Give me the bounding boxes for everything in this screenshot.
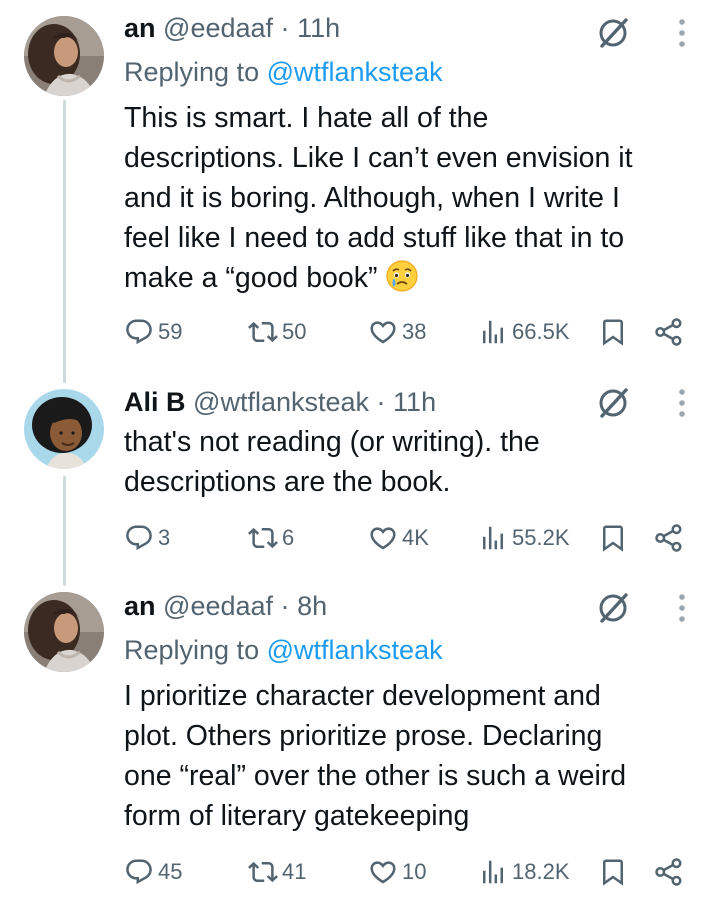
like-button[interactable]: 38 <box>368 312 426 352</box>
share-icon <box>654 857 684 887</box>
repost-count: 50 <box>282 319 307 344</box>
bookmark-button[interactable] <box>598 852 628 892</box>
views-count: 18.2K <box>512 859 570 884</box>
separator: · <box>280 13 290 43</box>
like-icon <box>368 857 398 887</box>
tweet-text: I prioritize character development and p… <box>124 676 689 836</box>
share-icon <box>654 317 684 347</box>
tweet-line: form of literary gatekeeping <box>124 800 470 832</box>
views-button[interactable]: 66.5K <box>478 312 570 352</box>
like-icon <box>368 317 398 347</box>
repost-icon <box>248 523 278 553</box>
bookmark-icon <box>598 523 628 553</box>
more-icon[interactable] <box>675 591 689 625</box>
repost-icon <box>248 857 278 887</box>
share-icon <box>654 523 684 553</box>
more-icon[interactable] <box>675 16 689 50</box>
tweet-line-text: make a “good book” <box>124 262 378 294</box>
share-button[interactable] <box>654 312 684 352</box>
reply-count: 45 <box>158 859 183 884</box>
views-icon <box>478 317 508 347</box>
tweet-text: that's not reading (or writing). the des… <box>124 422 689 502</box>
tweet-line: and it is boring. Although, when I write… <box>124 182 620 214</box>
views-icon <box>478 523 508 553</box>
tweet-text: This is smart. I hate all of the descrip… <box>124 98 689 298</box>
repost-button[interactable]: 41 <box>248 852 306 892</box>
separator: · <box>376 387 386 417</box>
repost-button[interactable]: 50 <box>248 312 306 352</box>
share-button[interactable] <box>654 518 684 558</box>
tweet-header: an @eedaaf · 8h <box>124 588 327 624</box>
thread-line <box>63 476 66 586</box>
display-name[interactable]: an <box>124 13 156 43</box>
views-button[interactable]: 18.2K <box>478 852 570 892</box>
reply-button[interactable]: 59 <box>124 312 182 352</box>
action-bar: 45 41 10 18.2K <box>124 852 694 892</box>
replying-handle-link[interactable]: @wtflanksteak <box>267 57 443 87</box>
tweet-header: an @eedaaf · 11h <box>124 10 340 46</box>
avatar[interactable] <box>24 389 104 469</box>
user-handle[interactable]: @wtflanksteak <box>193 387 369 417</box>
grok-icon[interactable] <box>596 591 630 625</box>
repost-button[interactable]: 6 <box>248 518 294 558</box>
display-name[interactable]: an <box>124 591 156 621</box>
reply-icon <box>124 857 154 887</box>
tweet-line: plot. Others prioritize prose. Declaring <box>124 720 603 752</box>
reply-icon <box>124 523 154 553</box>
more-icon[interactable] <box>675 386 689 420</box>
replying-to: Replying to @wtflanksteak <box>124 632 443 668</box>
like-icon <box>368 523 398 553</box>
bookmark-icon <box>598 857 628 887</box>
views-button[interactable]: 55.2K <box>478 518 570 558</box>
replying-handle-link[interactable]: @wtflanksteak <box>267 635 443 665</box>
reply-button[interactable]: 3 <box>124 518 170 558</box>
avatar[interactable] <box>24 592 104 672</box>
bookmark-button[interactable] <box>598 518 628 558</box>
user-handle[interactable]: @eedaaf <box>163 13 273 43</box>
like-count: 38 <box>402 319 427 344</box>
reply-icon <box>124 317 154 347</box>
reply-count: 3 <box>158 525 171 550</box>
grok-icon[interactable] <box>596 386 630 420</box>
timestamp[interactable]: 8h <box>297 591 327 621</box>
repost-icon <box>248 317 278 347</box>
timestamp[interactable]: 11h <box>297 13 340 43</box>
reply-button[interactable]: 45 <box>124 852 182 892</box>
replying-prefix: Replying to <box>124 635 260 665</box>
like-button[interactable]: 4K <box>368 518 429 558</box>
bookmark-button[interactable] <box>598 312 628 352</box>
action-bar: 3 6 4K 55.2K <box>124 518 694 558</box>
tweet-header: Ali B @wtflanksteak · 11h <box>124 384 436 420</box>
tweet-line: I prioritize character development and <box>124 680 601 712</box>
separator: · <box>280 591 290 621</box>
share-button[interactable] <box>654 852 684 892</box>
replying-prefix: Replying to <box>124 57 260 87</box>
face-holding-back-tears-icon <box>386 260 419 292</box>
tweet-line: This is smart. I hate all of the <box>124 102 489 134</box>
views-icon <box>478 857 508 887</box>
replying-to: Replying to @wtflanksteak <box>124 54 443 90</box>
like-button[interactable]: 10 <box>368 852 426 892</box>
repost-count: 41 <box>282 859 307 884</box>
tweet-line-last: make a “good book” <box>124 258 689 298</box>
tweet-line: feel like I need to add stuff like that … <box>124 222 625 254</box>
grok-icon[interactable] <box>596 16 630 50</box>
reply-count: 59 <box>158 319 183 344</box>
avatar[interactable] <box>24 16 104 96</box>
like-count: 4K <box>402 525 429 550</box>
like-count: 10 <box>402 859 427 884</box>
timestamp[interactable]: 11h <box>393 387 436 417</box>
views-count: 55.2K <box>512 525 570 550</box>
tweet-line: one “real” over the other is such a weir… <box>124 760 627 792</box>
user-handle[interactable]: @eedaaf <box>163 591 273 621</box>
thread-line <box>63 100 66 383</box>
display-name[interactable]: Ali B <box>124 387 186 417</box>
tweet-line: descriptions. Like I can’t even envision… <box>124 142 633 174</box>
bookmark-icon <box>598 317 628 347</box>
views-count: 66.5K <box>512 319 570 344</box>
tweet-line: that's not reading (or writing). the <box>124 426 540 458</box>
tweet-line: descriptions are the book. <box>124 466 451 498</box>
repost-count: 6 <box>282 525 295 550</box>
action-bar: 59 50 38 66.5K <box>124 312 694 352</box>
